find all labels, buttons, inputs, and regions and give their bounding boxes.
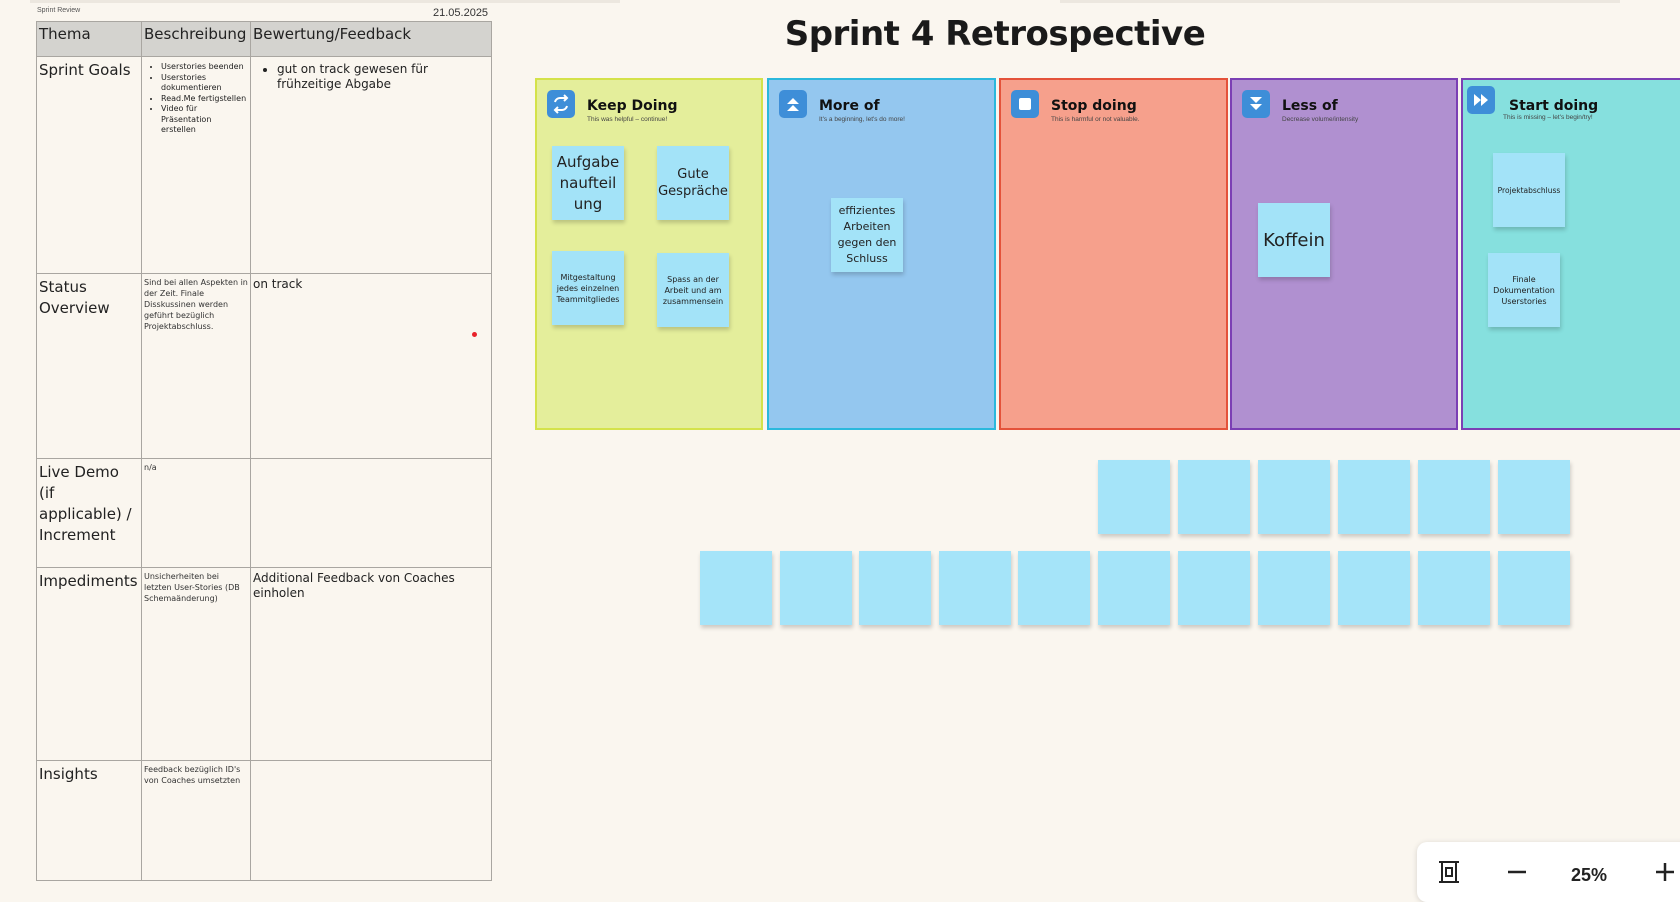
- row-feedback: [250, 760, 492, 881]
- blank-sticky-note[interactable]: [939, 551, 1011, 625]
- zoom-level: 25%: [1571, 865, 1608, 885]
- blank-sticky-note[interactable]: [1258, 551, 1330, 625]
- fast-forward-icon: [1467, 86, 1495, 114]
- table-row[interactable]: Sprint Goals Userstories beenden Usersto…: [36, 56, 492, 274]
- review-date: 21.05.2025: [433, 7, 489, 19]
- column-subtitle: This is missing – let's begin/try!: [1503, 114, 1593, 121]
- row-description: n/a: [141, 458, 251, 568]
- blank-sticky-note[interactable]: [1098, 551, 1170, 625]
- blank-sticky-note[interactable]: [1178, 460, 1250, 534]
- sticky-note[interactable]: Mitgestaltung jedes einzelnen Teammitgli…: [552, 251, 624, 325]
- blank-sticky-note[interactable]: [1498, 551, 1570, 625]
- blank-sticky-note[interactable]: [1178, 551, 1250, 625]
- header-thema: Thema: [36, 21, 142, 57]
- row-topic: Live Demo (if applicable) / Increment: [36, 458, 142, 568]
- row-description: Sind bei allen Aspekten in der Zeit. Fin…: [141, 273, 251, 459]
- column-title: Less of: [1282, 98, 1338, 114]
- sticky-note[interactable]: Gute Gespräche: [657, 146, 729, 220]
- row-description: Feedback bezüglich ID's von Coaches umse…: [141, 760, 251, 881]
- table-row[interactable]: Insights Feedback bezüglich ID's von Coa…: [36, 760, 492, 881]
- column-subtitle: Decrease volume/intensity: [1282, 116, 1359, 123]
- sticky-note[interactable]: Aufgabe naufteil ung: [552, 146, 624, 220]
- column-title: Stop doing: [1051, 98, 1137, 114]
- desc-item: Userstories beenden: [161, 62, 248, 73]
- row-topic: Sprint Goals: [36, 56, 142, 274]
- blank-sticky-note[interactable]: [1338, 551, 1410, 625]
- blank-sticky-note[interactable]: [1258, 460, 1330, 534]
- row-topic: Insights: [36, 760, 142, 881]
- blank-sticky-note[interactable]: [1418, 551, 1490, 625]
- canvas-top-strip-right: [1060, 0, 1620, 3]
- column-subtitle: This is harmful or not valuable.: [1051, 116, 1140, 123]
- cursor-dot: [472, 332, 477, 337]
- desc-item: Read.Me fertigstellen: [161, 94, 248, 105]
- double-up-arrow-icon: [779, 90, 807, 118]
- blank-sticky-note[interactable]: [1498, 460, 1570, 534]
- column-subtitle: This was helpful – continue!: [587, 116, 668, 123]
- blank-sticky-note[interactable]: [780, 551, 852, 625]
- row-topic: Status Overview: [36, 273, 142, 459]
- sticky-note[interactable]: Projektabschluss: [1493, 153, 1565, 227]
- column-title: More of: [819, 98, 880, 114]
- row-description: Userstories beenden Userstories dokument…: [141, 56, 251, 274]
- fit-to-screen-icon[interactable]: [1435, 858, 1463, 886]
- zoom-controls: 25%: [1417, 842, 1680, 902]
- sticky-note[interactable]: effizientes Arbeiten gegen den Schluss: [831, 198, 903, 272]
- row-feedback: Additional Feedback von Coaches einholen: [250, 567, 492, 761]
- zoom-in-icon[interactable]: [1651, 858, 1679, 886]
- table-header-row: Thema Beschreibung Bewertung/Feedback: [36, 21, 492, 57]
- blank-sticky-note[interactable]: [1018, 551, 1090, 625]
- desc-item: Userstories dokumentieren: [161, 73, 248, 94]
- sticky-note[interactable]: Koffein: [1258, 203, 1330, 277]
- header-bewertung: Bewertung/Feedback: [250, 21, 492, 57]
- canvas-top-strip-left: [30, 0, 620, 3]
- stop-square-icon: [1011, 90, 1039, 118]
- table-row[interactable]: Impediments Unsicherheiten bei letzten U…: [36, 567, 492, 761]
- row-feedback: [250, 458, 492, 568]
- column-stop-doing[interactable]: Stop doing This is harmful or not valuab…: [999, 78, 1228, 430]
- blank-sticky-note[interactable]: [1338, 460, 1410, 534]
- blank-sticky-note[interactable]: [1098, 460, 1170, 534]
- header-beschreibung: Beschreibung: [141, 21, 251, 57]
- desc-item: Video für Präsentation erstellen: [161, 104, 248, 136]
- row-feedback: gut on track gewesen für frühzeitige Abg…: [250, 56, 492, 274]
- blank-sticky-note[interactable]: [859, 551, 931, 625]
- board-title: Sprint 4 Retrospective: [784, 14, 1206, 54]
- table-row[interactable]: Status Overview Sind bei allen Aspekten …: [36, 273, 492, 459]
- review-doc-label: Sprint Review: [37, 7, 81, 14]
- sprint-review-table[interactable]: Thema Beschreibung Bewertung/Feedback Sp…: [36, 21, 492, 881]
- sticky-note[interactable]: Spass an der Arbeit und am zusammensein: [657, 253, 729, 327]
- row-description: Unsicherheiten bei letzten User-Stories …: [141, 567, 251, 761]
- table-row[interactable]: Live Demo (if applicable) / Increment n/…: [36, 458, 492, 568]
- zoom-out-icon[interactable]: [1503, 858, 1531, 886]
- double-down-arrow-icon: [1242, 90, 1270, 118]
- blank-sticky-note[interactable]: [700, 551, 772, 625]
- column-subtitle: It's a beginning, let's do more!: [819, 116, 905, 123]
- blank-sticky-note[interactable]: [1418, 460, 1490, 534]
- row-feedback: on track: [250, 273, 492, 459]
- feedback-item: gut on track gewesen für frühzeitige Abg…: [277, 62, 489, 92]
- repeat-icon: [547, 90, 575, 118]
- column-title: Start doing: [1509, 98, 1599, 114]
- sticky-note[interactable]: Finale Dokumentation Userstories: [1488, 253, 1560, 327]
- row-topic: Impediments: [36, 567, 142, 761]
- column-title: Keep Doing: [587, 98, 678, 114]
